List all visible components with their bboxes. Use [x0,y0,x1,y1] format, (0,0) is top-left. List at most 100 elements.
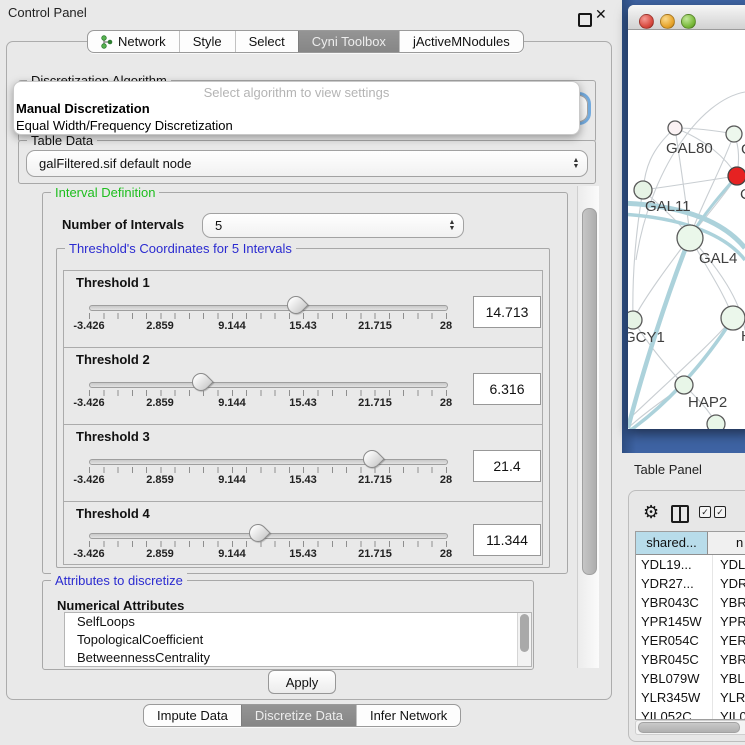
minimize-traffic-light-icon[interactable] [660,14,675,29]
table-row[interactable]: YBR045CYBR0 [636,650,745,669]
tab-impute-data[interactable]: Impute Data [144,705,241,726]
threshold-4-value-field[interactable] [473,524,541,556]
interval-definition-title: Interval Definition [51,185,159,200]
slider-ticks [89,390,447,396]
tab-jactivemnodules[interactable]: jActiveMNodules [399,31,523,52]
threshold-2-label: Threshold 2 [76,352,150,367]
table-data-group-title: Table Data [27,133,97,148]
option-equal-width-frequency[interactable]: Equal Width/Frequency Discretization [14,117,579,134]
numerical-attributes-label: Numerical Attributes [57,598,184,613]
panel-scrollbar-thumb[interactable] [582,208,597,575]
table-horizontal-scrollbar[interactable] [635,720,745,735]
table-row[interactable]: YDL19...YDL1 [636,555,745,574]
panel-scrollbar[interactable] [577,186,599,668]
threshold-2-value-field[interactable] [473,373,541,405]
node-label-partial-h: H [741,328,745,345]
number-of-intervals-label: Number of Intervals [62,217,184,232]
table-row[interactable]: YPR145WYPR1 [636,612,745,631]
zoom-traffic-light-icon[interactable] [681,14,696,29]
column-header-shared-name[interactable]: shared... [636,532,708,554]
node-bottom[interactable] [707,415,725,429]
threshold-1-label: Threshold 1 [76,275,150,290]
node-gcy1[interactable] [628,311,642,329]
panel-title: Control Panel [8,5,87,20]
gear-icon[interactable]: ⚙ [643,503,659,521]
table-header-row: shared... n [636,532,745,555]
node-top-right[interactable] [726,126,742,142]
list-scrollbar-thumb[interactable] [520,614,529,652]
tab-network-label: Network [118,34,166,49]
algorithm-dropdown-popup: Select algorithm to view settings Manual… [13,81,580,135]
slider-ticks [89,313,447,319]
window-titlebar [628,5,745,30]
node-label-partial-c: C [740,186,745,203]
threshold-3-value-field[interactable] [473,450,541,482]
node-label-gal11: GAL11 [645,198,691,215]
threshold-4-label: Threshold 4 [76,506,150,521]
option-manual-discretization[interactable]: Manual Discretization [14,100,579,117]
thresholds-group-title: Threshold's Coordinates for 5 Intervals [65,241,296,256]
table-data-select[interactable]: galFiltered.sif default node ▲▼ [26,150,588,177]
slider-ticks [89,541,447,547]
table-row[interactable]: YIL052CYIL0 [636,707,745,720]
tab-discretize-data[interactable]: Discretize Data [241,705,356,726]
threshold-1-box: Threshold 1 -3.426 2.859 9.144 15.43 21.… [63,270,543,348]
close-icon[interactable]: ✕ [595,6,607,23]
threshold-3-label: Threshold 3 [76,429,150,444]
threshold-2-slider[interactable] [89,382,448,388]
threshold-4-box: Threshold 4 -3.426 2.859 9.144 15.43 21.… [63,501,543,565]
node-right-large[interactable] [721,306,745,330]
number-of-intervals-spinner[interactable]: 5 ▲▼ [202,213,464,238]
network-tab-icon [101,35,113,49]
node-table: shared... n YDL19...YDL1 YDR27...YDR2 YB… [635,531,745,720]
node-red-selected[interactable] [728,167,745,185]
list-item[interactable]: TopologicalCoefficient [65,631,531,649]
column-header-name[interactable]: n [708,532,745,554]
table-row[interactable]: YBR043CYBR0 [636,593,745,612]
threshold-1-slider[interactable] [89,305,448,311]
node-hap2[interactable] [675,376,693,394]
checkbox-icon[interactable]: ✓ [714,506,726,518]
control-panel-tabbar: Network Style Select Cyni Toolbox jActiv… [87,30,524,53]
list-item[interactable]: SelfLoops [65,613,531,631]
number-of-intervals-value: 5 [203,218,441,233]
table-data-selected-value: galFiltered.sif default node [27,156,565,171]
tab-infer-network[interactable]: Infer Network [356,705,460,726]
node-gal80[interactable] [668,121,682,135]
list-item[interactable]: BetweennessCentrality [65,649,531,667]
cyni-bottom-tabbar: Impute Data Discretize Data Infer Networ… [143,704,461,727]
network-canvas[interactable]: GAL80 G C GAL11 GAL4 GCY1 H HAP2 [628,29,745,429]
list-scrollbar[interactable] [517,613,531,666]
algorithm-placeholder-option[interactable]: Select algorithm to view settings [14,82,579,100]
tab-style[interactable]: Style [179,31,235,52]
close-traffic-light-icon[interactable] [639,14,654,29]
tab-select[interactable]: Select [235,31,298,52]
spinner-arrows-icon: ▲▼ [441,220,463,232]
node-label-gal80: GAL80 [666,140,713,157]
node-gal4[interactable] [677,225,703,251]
node-gal11[interactable] [634,181,652,199]
tab-cyni-toolbox[interactable]: Cyni Toolbox [298,31,399,52]
threshold-3-box: Threshold 3 -3.426 2.859 9.144 15.43 21.… [63,424,543,502]
node-label-gal4: GAL4 [699,250,737,267]
apply-button[interactable]: Apply [268,670,336,694]
numerical-attributes-list[interactable]: SelfLoops TopologicalCoefficient Between… [64,612,532,667]
table-panel-title: Table Panel [634,462,702,477]
table-horizontal-scrollbar-thumb[interactable] [638,722,740,733]
node-label-partial-g: G [741,141,745,158]
slider-ticks [89,467,447,473]
table-row[interactable]: YDR27...YDR2 [636,574,745,593]
table-row[interactable]: YER054CYER0 [636,631,745,650]
threshold-3-slider[interactable] [89,459,448,465]
table-row[interactable]: YLR345WYLR3 [636,688,745,707]
combo-arrows-icon: ▲▼ [565,158,587,170]
tab-network[interactable]: Network [88,31,179,52]
split-pane-icon[interactable] [671,505,689,523]
threshold-1-value-field[interactable] [473,296,541,328]
checkbox-icon[interactable]: ✓ [699,506,711,518]
float-window-icon[interactable] [578,13,592,27]
control-panel: Control Panel ✕ Network Style Select Cyn… [0,0,618,745]
table-row[interactable]: YBL079WYBL0 [636,669,745,688]
threshold-2-box: Threshold 2 -3.426 2.859 9.144 15.43 21.… [63,347,543,425]
node-label-gcy1: GCY1 [628,329,665,346]
